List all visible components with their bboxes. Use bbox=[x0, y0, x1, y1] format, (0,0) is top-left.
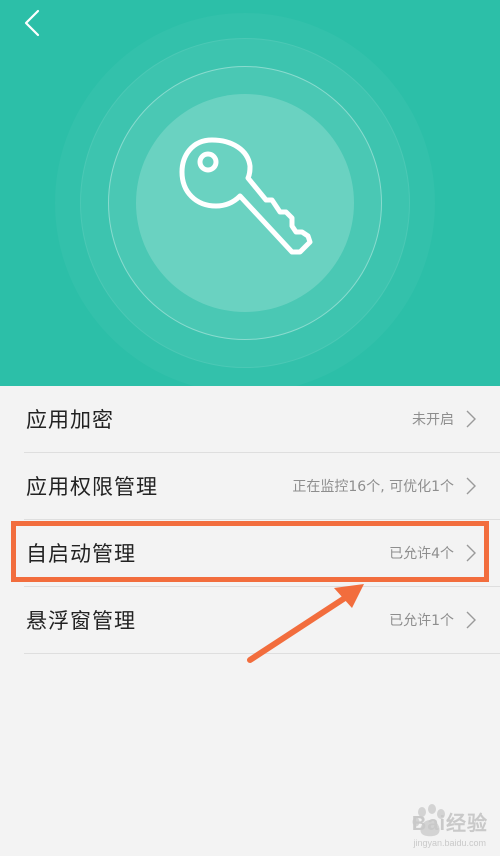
chevron-right-icon bbox=[466, 410, 476, 428]
chevron-right-icon bbox=[466, 611, 476, 629]
settings-item-app-permissions[interactable]: 应用权限管理 正在监控16个, 可优化1个 bbox=[24, 453, 500, 520]
settings-item-status: 未开启 bbox=[412, 412, 454, 428]
watermark-brand: Bai经验 bbox=[411, 813, 488, 835]
header-banner bbox=[0, 0, 500, 386]
settings-item-floating-window[interactable]: 悬浮窗管理 已允许1个 bbox=[24, 587, 500, 654]
settings-item-autostart[interactable]: 自启动管理 已允许4个 bbox=[24, 520, 500, 587]
chevron-left-icon bbox=[24, 9, 40, 37]
settings-item-label: 应用权限管理 bbox=[26, 475, 158, 499]
settings-item-status: 正在监控16个, 可优化1个 bbox=[292, 479, 454, 495]
settings-item-status: 已允许4个 bbox=[389, 546, 454, 562]
chevron-right-icon bbox=[466, 544, 476, 562]
settings-item-app-encryption[interactable]: 应用加密 未开启 bbox=[24, 386, 500, 453]
settings-list: 应用加密 未开启 应用权限管理 正在监控16个, 可优化1个 自启动管理 已允许… bbox=[0, 386, 500, 654]
settings-item-label: 自启动管理 bbox=[26, 542, 136, 566]
key-icon bbox=[179, 137, 313, 255]
settings-item-label: 应用加密 bbox=[26, 408, 114, 432]
settings-item-label: 悬浮窗管理 bbox=[26, 609, 136, 633]
chevron-right-icon bbox=[466, 477, 476, 495]
watermark-url: jingyan.baidu.com bbox=[413, 838, 486, 848]
back-button[interactable] bbox=[14, 4, 54, 40]
settings-item-status: 已允许1个 bbox=[389, 613, 454, 629]
